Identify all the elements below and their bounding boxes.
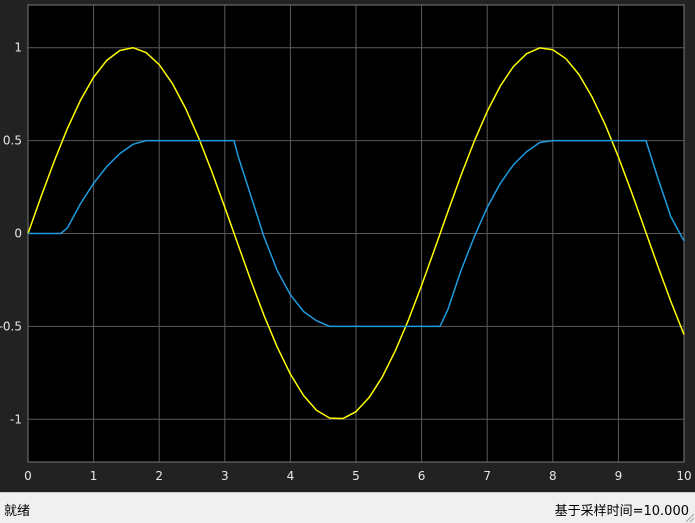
- x-tick-label: 3: [221, 469, 229, 483]
- x-tick-label: 4: [287, 469, 295, 483]
- y-tick-label: -0.5: [0, 319, 22, 333]
- status-text: 就绪: [4, 504, 31, 519]
- y-tick-label: 0.5: [3, 134, 22, 148]
- line-chart: 0 1 2 3 4 5 6 7 8 9 10 1 0.5 0 -0.5 -1: [0, 4, 692, 483]
- x-tick-label: 10: [676, 469, 691, 483]
- status-bar: 就绪 基于采样时间=10.000: [0, 492, 695, 523]
- x-tick-label: 8: [549, 469, 557, 483]
- x-tick-label: 1: [90, 469, 98, 483]
- scope-window: 0 1 2 3 4 5 6 7 8 9 10 1 0.5 0 -0.5 -1 就绪 基于采样时间=10.000: [0, 0, 695, 523]
- x-tick-label: 5: [352, 469, 360, 483]
- x-tick-label: 0: [24, 469, 32, 483]
- y-tick-label: -1: [10, 412, 22, 426]
- sample-time-readout: 基于采样时间=10.000: [554, 504, 689, 519]
- x-tick-label: 7: [483, 469, 491, 483]
- x-tick-label: 2: [155, 469, 163, 483]
- x-tick-label: 6: [418, 469, 426, 483]
- y-tick-label: 0: [14, 227, 22, 241]
- y-tick-label: 1: [14, 41, 22, 55]
- resize-grip-icon[interactable]: [683, 511, 695, 523]
- x-tick-label: 9: [615, 469, 623, 483]
